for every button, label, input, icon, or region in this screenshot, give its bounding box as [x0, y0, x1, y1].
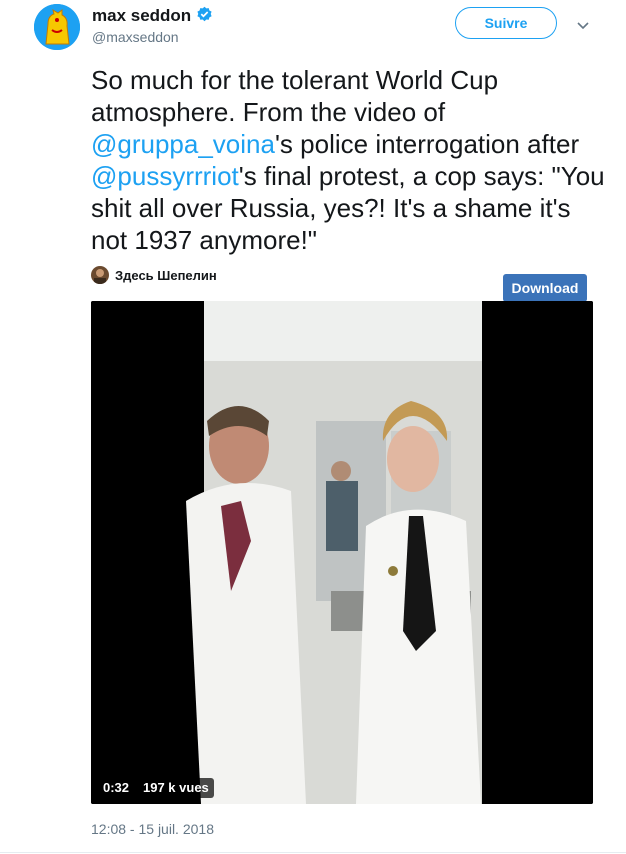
author-name-row[interactable]: max seddon	[92, 6, 213, 28]
author-handle[interactable]: @maxseddon	[92, 29, 179, 45]
video-frame-image	[91, 301, 593, 804]
author-name[interactable]: max seddon	[92, 6, 191, 25]
bear-emblem-icon	[34, 4, 80, 50]
source-name[interactable]: Здесь Шепелин	[115, 268, 217, 283]
mention-link-pussyrrriot[interactable]: @pussyrrriot	[91, 161, 239, 191]
verified-badge-icon	[196, 6, 213, 28]
source-avatar[interactable]	[91, 266, 109, 284]
download-button[interactable]: Download	[503, 274, 587, 302]
video-player[interactable]	[91, 301, 593, 804]
divider	[0, 852, 626, 853]
tweet-text: So much for the tolerant World Cup atmos…	[91, 64, 611, 256]
follow-button[interactable]: Suivre	[455, 7, 557, 39]
tweet-text-part2: 's police interrogation after	[274, 129, 580, 159]
chevron-down-icon[interactable]	[576, 18, 590, 36]
video-views-badge: 197 k vues	[138, 778, 214, 798]
video-duration-badge: 0:32	[98, 778, 135, 798]
tweet-text-part1: So much for the tolerant World Cup atmos…	[91, 65, 499, 127]
mention-link-gruppa-voina[interactable]: @gruppa_voina	[91, 129, 275, 159]
tweet-timestamp[interactable]: 12:08 - 15 juil. 2018	[91, 821, 214, 837]
author-avatar[interactable]	[34, 4, 80, 50]
